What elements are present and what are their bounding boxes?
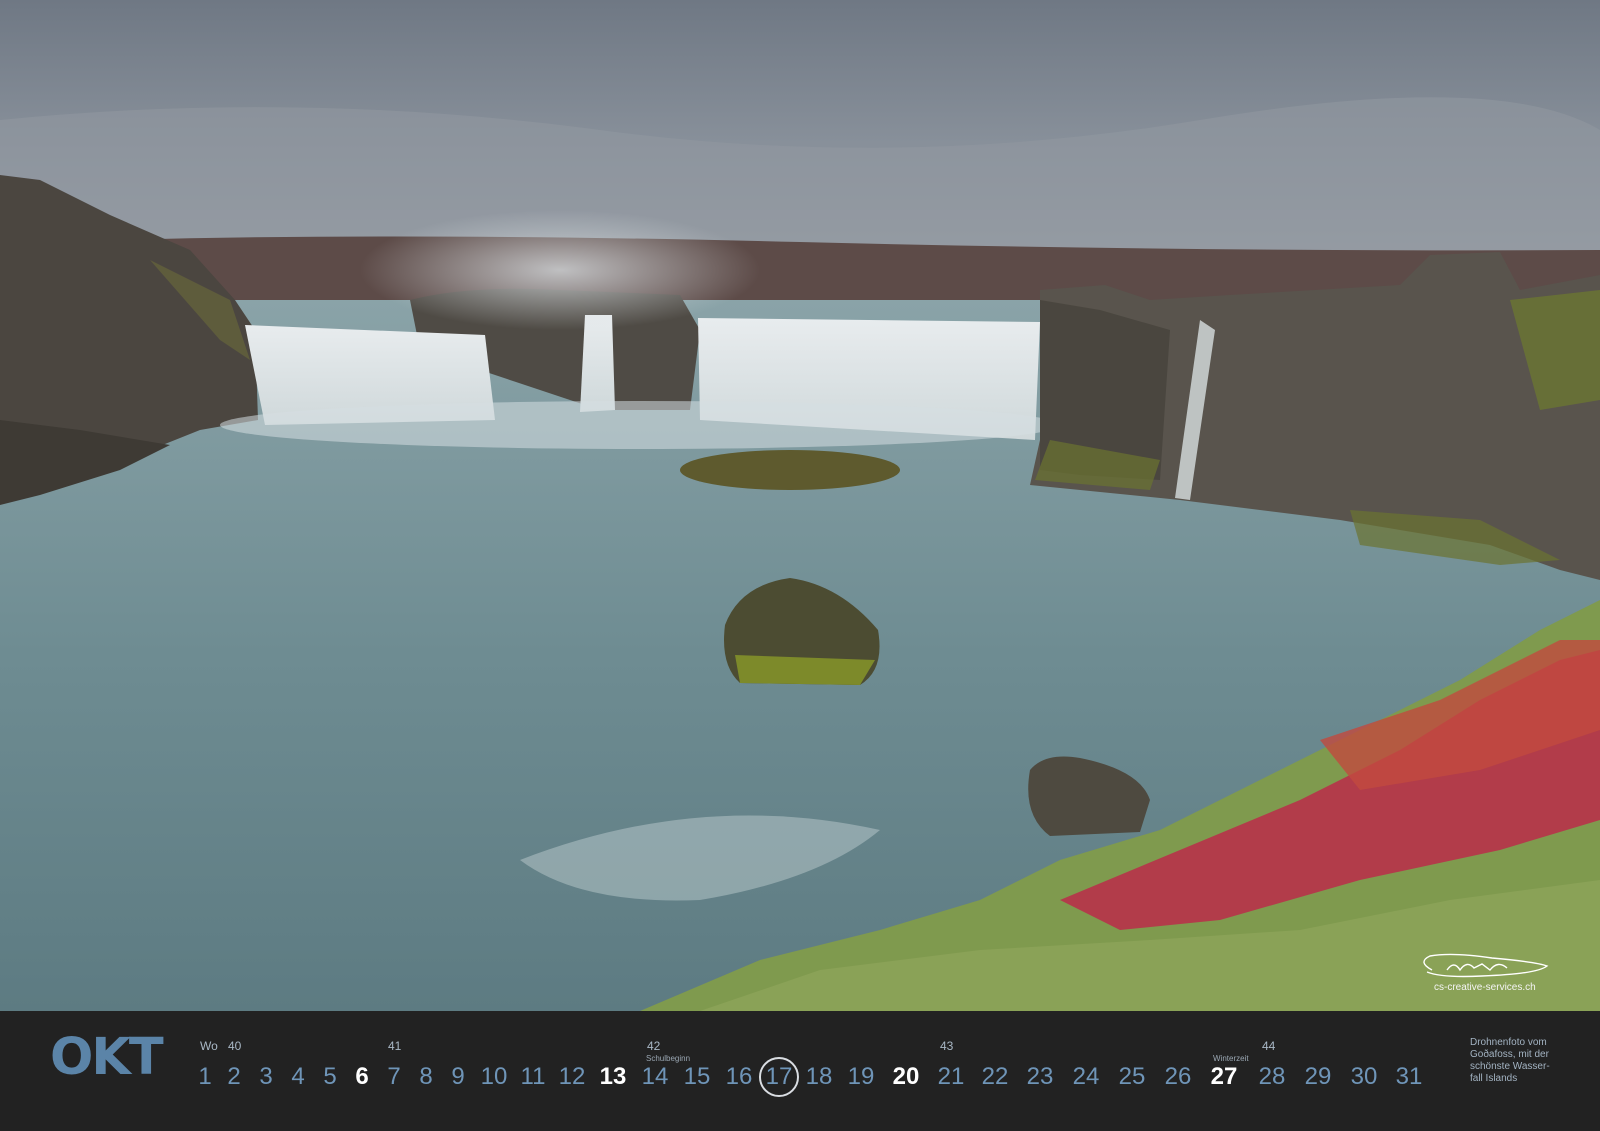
islet bbox=[680, 450, 900, 490]
caption-line-3: schönste Wasser- bbox=[1470, 1061, 1550, 1072]
week-number-43: 43 bbox=[940, 1039, 954, 1053]
day-20: 20 bbox=[892, 1063, 920, 1090]
day-12: 12 bbox=[558, 1063, 586, 1090]
day-16: 16 bbox=[725, 1063, 753, 1090]
caption-line-1: Drohnenfoto vom bbox=[1470, 1037, 1547, 1048]
day-14: 14 bbox=[641, 1063, 669, 1090]
center-waterfall bbox=[580, 315, 615, 412]
caption-line-4: fall Islands bbox=[1470, 1073, 1518, 1084]
month-label: OKT bbox=[50, 1028, 164, 1087]
day-27: 27 bbox=[1210, 1063, 1238, 1090]
day-15: 15 bbox=[683, 1063, 711, 1090]
day-11: 11 bbox=[520, 1063, 546, 1090]
day-18: 18 bbox=[805, 1063, 833, 1090]
week-label: Wo bbox=[200, 1039, 218, 1053]
signature-url: cs-creative-services.ch bbox=[1434, 982, 1536, 993]
day-13: 13 bbox=[599, 1063, 627, 1090]
day-29: 29 bbox=[1304, 1063, 1332, 1090]
week-number-42: 42 bbox=[647, 1039, 661, 1053]
caption-line-2: Goðafoss, mit der bbox=[1470, 1049, 1549, 1060]
day-28: 28 bbox=[1258, 1063, 1286, 1090]
week-number-41: 41 bbox=[388, 1039, 402, 1053]
day-24: 24 bbox=[1072, 1063, 1100, 1090]
day-19: 19 bbox=[847, 1063, 875, 1090]
day-17-today: 17 bbox=[759, 1057, 799, 1097]
photographer-signature: cs-creative-services.ch bbox=[1412, 952, 1552, 1000]
day-26: 26 bbox=[1164, 1063, 1192, 1090]
day-30: 30 bbox=[1350, 1063, 1378, 1090]
day-10: 10 bbox=[480, 1063, 508, 1090]
day-31: 31 bbox=[1395, 1063, 1423, 1090]
waterfall-photo: cs-creative-services.ch bbox=[0, 0, 1600, 1011]
photo-caption: Drohnenfoto vom Goðafoss, mit der schöns… bbox=[1470, 1037, 1580, 1085]
day-22: 22 bbox=[981, 1063, 1009, 1090]
day-21: 21 bbox=[937, 1063, 965, 1090]
week-number-40: 40 bbox=[228, 1039, 242, 1053]
week-number-44: 44 bbox=[1262, 1039, 1276, 1053]
day-25: 25 bbox=[1118, 1063, 1146, 1090]
day-23: 23 bbox=[1026, 1063, 1054, 1090]
